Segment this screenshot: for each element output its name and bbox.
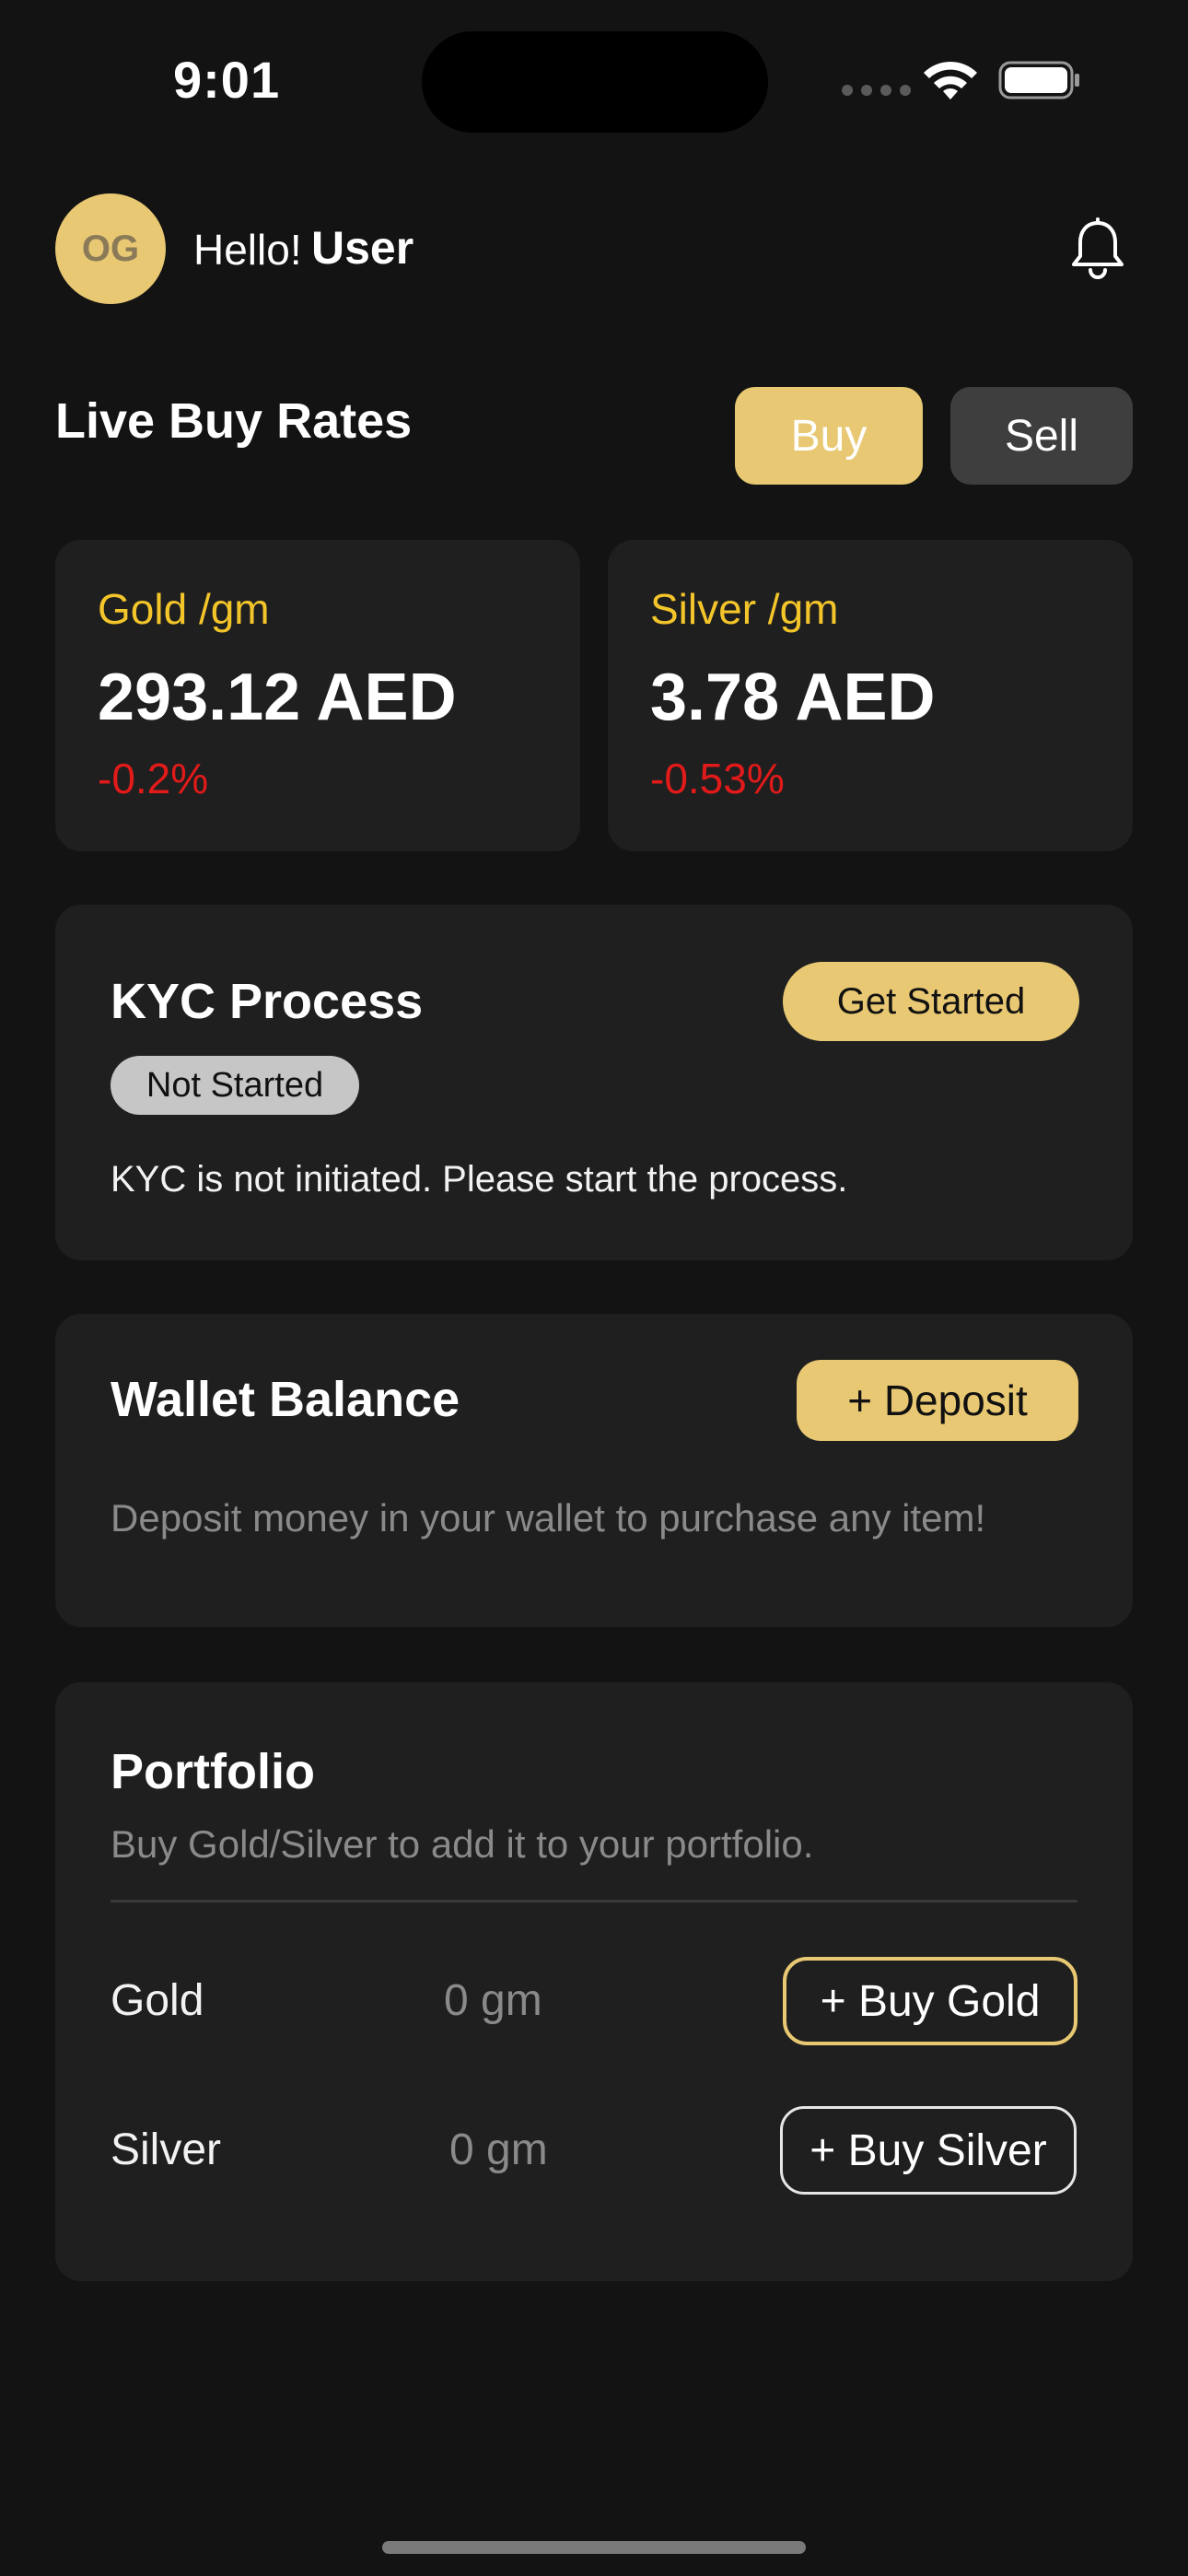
wallet-card: Wallet Balance + Deposit Deposit money i…	[55, 1314, 1133, 1627]
sell-toggle-button[interactable]: Sell	[950, 387, 1133, 485]
gold-rate-label: Gold /gm	[98, 585, 270, 633]
dynamic-island	[422, 31, 768, 133]
username-text: User	[311, 222, 414, 274]
portfolio-title: Portfolio	[111, 1744, 315, 1799]
get-started-button[interactable]: Get Started	[783, 962, 1079, 1041]
gold-rate-value: 293.12 AED	[98, 661, 457, 734]
wallet-title: Wallet Balance	[111, 1372, 460, 1427]
gold-rate-change: -0.2%	[98, 755, 209, 802]
kyc-title: KYC Process	[111, 974, 424, 1029]
avatar-initials: OG	[81, 228, 140, 269]
kyc-message: KYC is not initiated. Please start the p…	[111, 1159, 848, 1200]
wifi-icon	[924, 61, 977, 100]
kyc-card: KYC Process Get Started Not Started KYC …	[55, 905, 1133, 1260]
portfolio-silver-label: Silver	[111, 2125, 222, 2174]
silver-rate-label: Silver /gm	[650, 585, 839, 633]
wallet-message: Deposit money in your wallet to purchase…	[111, 1496, 986, 1540]
silver-rate-change: -0.53%	[650, 755, 785, 802]
bell-icon[interactable]	[1068, 217, 1127, 282]
cellular-signal-icon	[842, 85, 911, 96]
portfolio-gold-quantity: 0 gm	[444, 1976, 542, 2025]
status-time: 9:01	[173, 51, 281, 109]
portfolio-gold-label: Gold	[111, 1976, 204, 2025]
home-indicator[interactable]	[382, 2541, 806, 2554]
kyc-status-badge: Not Started	[111, 1056, 359, 1115]
buy-silver-button[interactable]: + Buy Silver	[780, 2106, 1077, 2195]
buy-gold-button[interactable]: + Buy Gold	[783, 1957, 1077, 2045]
buy-toggle-button[interactable]: Buy	[735, 387, 923, 485]
gold-rate-card: Gold /gm 293.12 AED -0.2%	[55, 540, 580, 851]
silver-rate-value: 3.78 AED	[650, 661, 936, 734]
portfolio-card: Portfolio Buy Gold/Silver to add it to y…	[55, 1682, 1133, 2281]
portfolio-silver-quantity: 0 gm	[449, 2125, 548, 2174]
portfolio-divider	[111, 1900, 1077, 1903]
deposit-button[interactable]: + Deposit	[797, 1360, 1078, 1441]
greeting-text: Hello!	[193, 226, 302, 274]
battery-icon	[998, 61, 1079, 100]
silver-rate-card: Silver /gm 3.78 AED -0.53%	[608, 540, 1133, 851]
live-rates-title: Live Buy Rates	[55, 393, 413, 449]
avatar[interactable]: OG	[55, 193, 166, 304]
portfolio-subtitle: Buy Gold/Silver to add it to your portfo…	[111, 1822, 814, 1866]
